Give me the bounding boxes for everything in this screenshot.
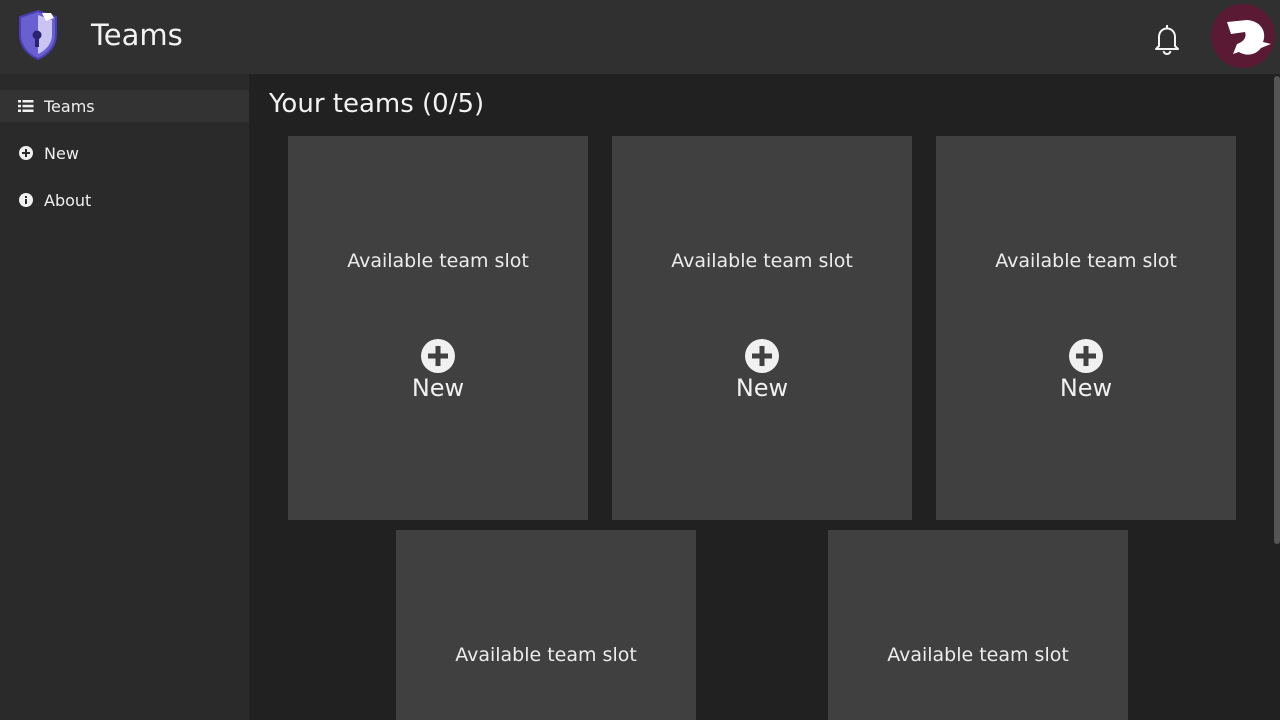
info-circle-icon bbox=[19, 193, 33, 207]
plus-circle-icon bbox=[19, 146, 33, 160]
user-avatar-icon[interactable] bbox=[1211, 4, 1275, 68]
sidebar-item-about[interactable]: About bbox=[0, 184, 249, 216]
new-team-label: New bbox=[1059, 374, 1113, 402]
team-slot-card: Available team slot bbox=[396, 530, 696, 720]
sidebar: Teams New About bbox=[0, 74, 249, 720]
new-team-button[interactable]: New bbox=[1036, 338, 1136, 412]
team-slot-card: Available team slot New bbox=[936, 136, 1236, 520]
slot-label: Available team slot bbox=[887, 644, 1069, 666]
sidebar-item-label: About bbox=[44, 190, 92, 210]
top-bar: Teams bbox=[0, 0, 1280, 74]
list-icon bbox=[18, 100, 34, 112]
slot-label: Available team slot bbox=[347, 250, 529, 272]
slot-label: Available team slot bbox=[995, 250, 1177, 272]
main-content: Your teams (0/5) Available team slot New… bbox=[249, 74, 1280, 720]
team-slot-card: Available team slot bbox=[828, 530, 1128, 720]
slot-label: Available team slot bbox=[455, 644, 637, 666]
bell-icon[interactable] bbox=[1150, 22, 1184, 56]
team-slot-card: Available team slot New bbox=[612, 136, 912, 520]
team-slot-card: Available team slot New bbox=[288, 136, 588, 520]
new-team-button[interactable]: New bbox=[388, 338, 488, 412]
plus-circle-icon bbox=[745, 339, 779, 373]
plus-circle-icon bbox=[1069, 339, 1103, 373]
new-team-button[interactable]: New bbox=[712, 338, 812, 412]
app-title: Teams bbox=[91, 18, 183, 52]
sidebar-item-teams[interactable]: Teams bbox=[0, 90, 249, 122]
new-team-label: New bbox=[735, 374, 789, 402]
shield-lock-icon[interactable] bbox=[16, 9, 60, 61]
new-team-label: New bbox=[411, 374, 465, 402]
plus-circle-icon bbox=[421, 339, 455, 373]
slot-label: Available team slot bbox=[671, 250, 853, 272]
sidebar-item-label: New bbox=[44, 143, 79, 163]
scrollbar[interactable] bbox=[1274, 76, 1280, 544]
page-title: Your teams (0/5) bbox=[269, 89, 485, 119]
sidebar-item-label: Teams bbox=[44, 96, 95, 116]
sidebar-item-new[interactable]: New bbox=[0, 137, 249, 169]
